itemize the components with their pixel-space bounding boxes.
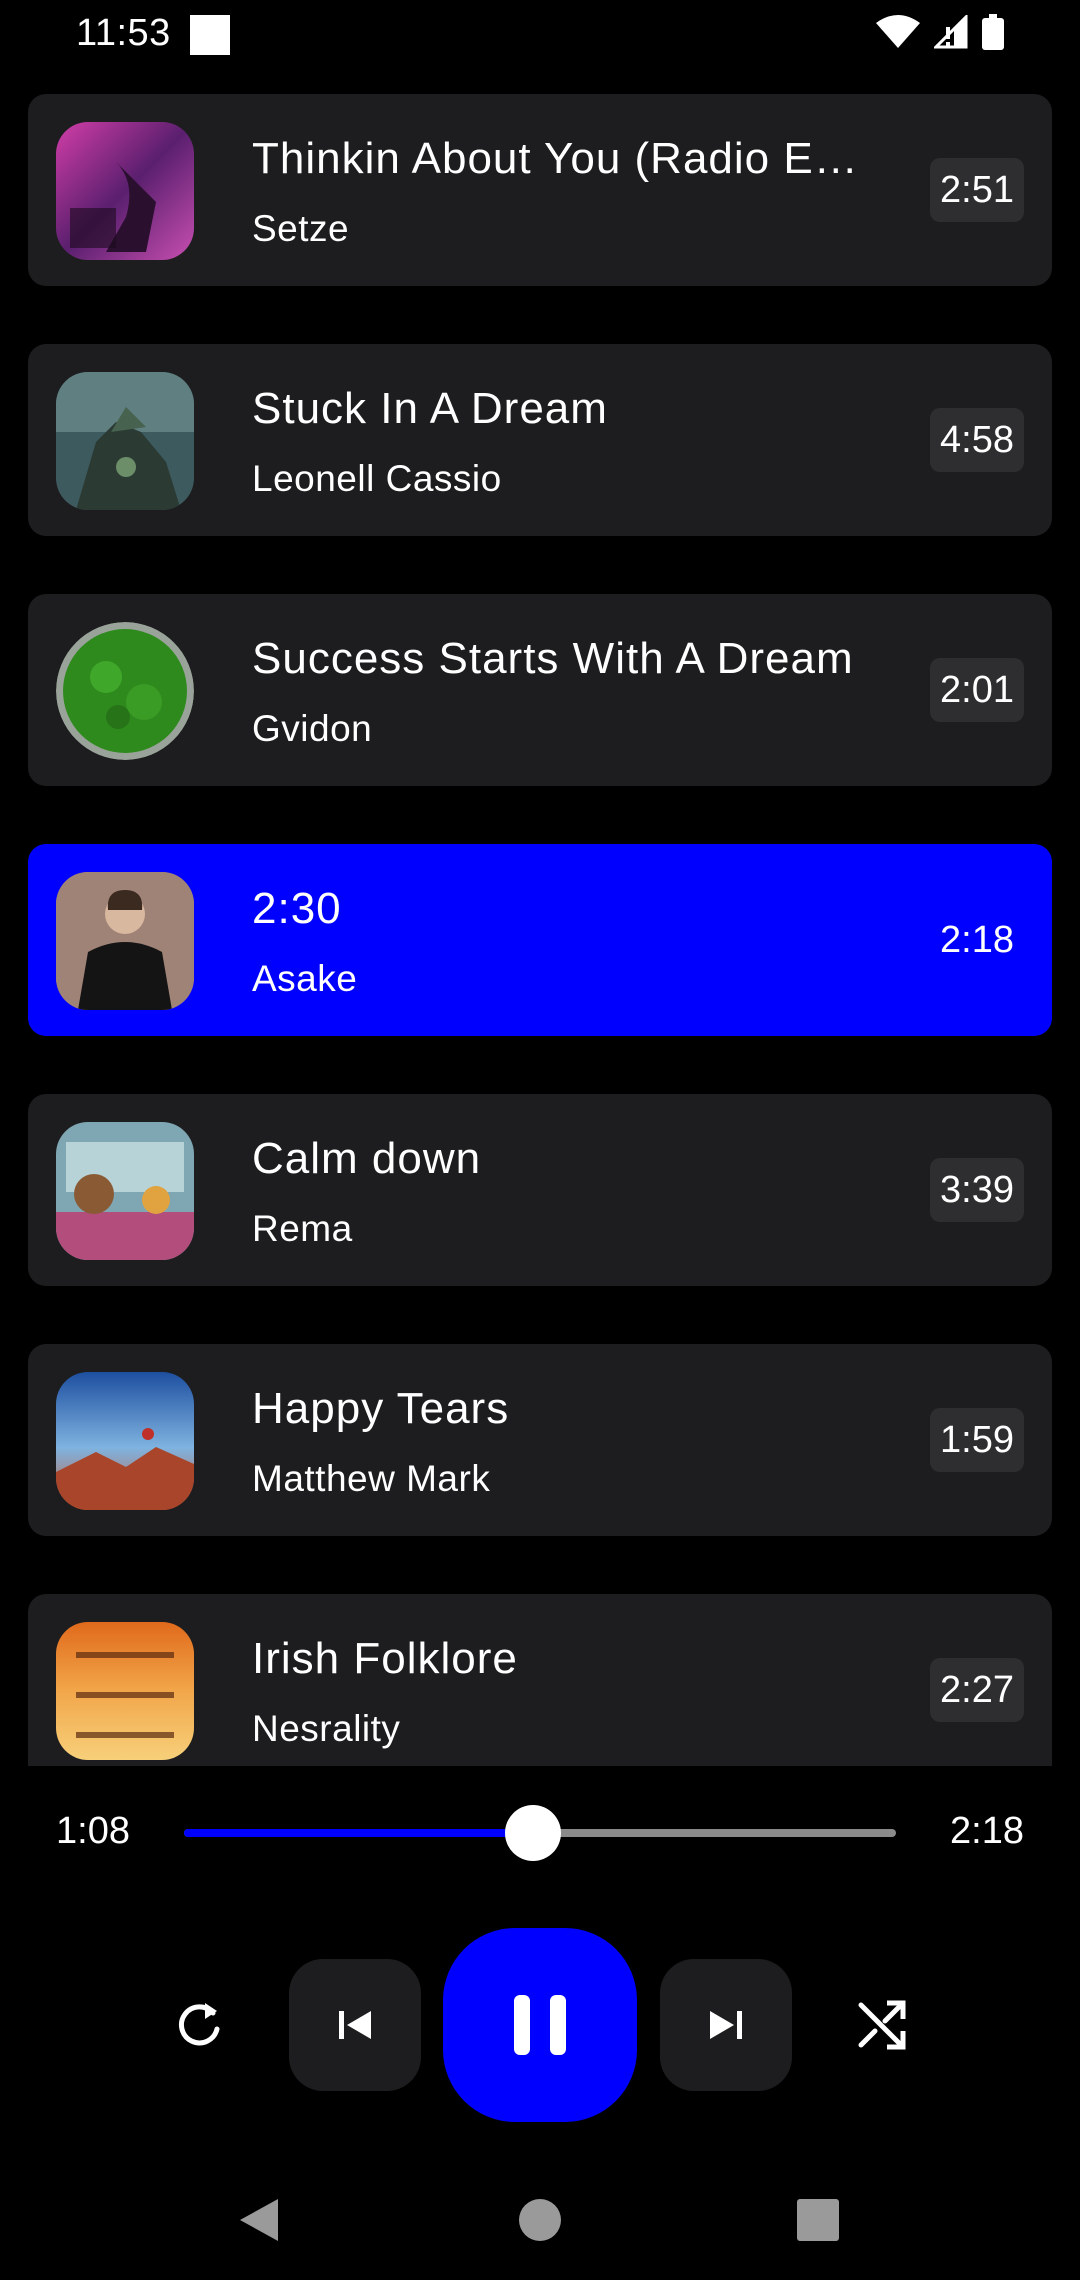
status-icons [876,14,1004,50]
status-bar: 11:53 [0,0,1080,70]
playback-controls [0,1925,1080,2125]
track-artist: Rema [252,1208,353,1249]
battery-icon [982,14,1004,50]
track-duration: 2:18 [940,919,1014,961]
repeat-icon [179,2003,220,2046]
album-art [56,1622,194,1760]
shuffle-icon [858,2000,906,2050]
track-artist: Nesrality [252,1708,401,1749]
pause-icon [514,1995,566,2055]
track-list[interactable]: Thinkin About You (Radio Edit) Setze 2:5… [28,94,1052,1766]
track-item[interactable]: Thinkin About You (Radio Edit) Setze 2:5… [28,94,1052,286]
notification-icon [190,15,230,55]
track-title: Thinkin About You (Radio Edit) [252,134,872,183]
recents-button[interactable] [786,2188,850,2252]
track-duration: 3:39 [930,1158,1024,1222]
track-duration: 1:59 [930,1408,1024,1472]
next-button[interactable] [660,1959,792,2091]
track-title: Stuck In A Dream [252,384,608,433]
album-art [56,1372,194,1510]
track-duration: 4:58 [930,408,1024,472]
track-title: Success Starts With A Dream [252,634,854,683]
elapsed-time: 1:08 [56,1810,130,1852]
track-item[interactable]: Happy Tears Matthew Mark 1:59 [28,1344,1052,1536]
track-item[interactable]: Stuck In A Dream Leonell Cassio 4:58 [28,344,1052,536]
album-art [56,872,194,1010]
track-item[interactable]: Irish Folklore Nesrality 2:27 [28,1594,1052,1766]
pause-button[interactable] [443,1928,637,2122]
track-artist: Leonell Cassio [252,458,502,499]
album-art [56,372,194,510]
repeat-button[interactable] [159,1985,239,2065]
home-icon [519,2199,561,2241]
album-art [56,622,194,760]
back-button[interactable] [227,2188,291,2252]
album-art [56,122,194,260]
previous-button[interactable] [289,1959,421,2091]
album-art [56,1122,194,1260]
cell-signal-icon [934,15,968,49]
skip-previous-icon [339,2011,371,2039]
progress-thumb[interactable] [504,1805,561,1861]
progress-fill [184,1829,533,1837]
back-icon [240,2199,278,2241]
track-item-active[interactable]: 2:30 Asake 2:18 [28,844,1052,1036]
track-item[interactable]: Calm down Rema 3:39 [28,1094,1052,1286]
skip-next-icon [710,2011,742,2039]
track-title: Irish Folklore [252,1634,518,1683]
track-artist: Setze [252,208,350,249]
track-artist: Gvidon [252,708,373,749]
track-duration: 2:51 [930,158,1024,222]
wifi-icon [876,15,920,48]
track-title: Calm down [252,1134,482,1183]
total-time: 2:18 [950,1810,1024,1852]
track-title: Happy Tears [252,1384,510,1433]
track-duration: 2:27 [930,1658,1024,1722]
shuffle-button[interactable] [841,1985,921,2065]
track-artist: Asake [252,958,358,999]
recents-icon [797,2199,839,2241]
track-artist: Matthew Mark [252,1458,491,1499]
navigation-bar [0,2160,1080,2280]
track-duration: 2:01 [930,658,1024,722]
track-item[interactable]: Success Starts With A Dream Gvidon 2:01 [28,594,1052,786]
progress-slider[interactable] [184,1805,896,1861]
status-time: 11:53 [76,12,171,54]
track-title: 2:30 [252,884,342,933]
home-button[interactable] [508,2188,572,2252]
